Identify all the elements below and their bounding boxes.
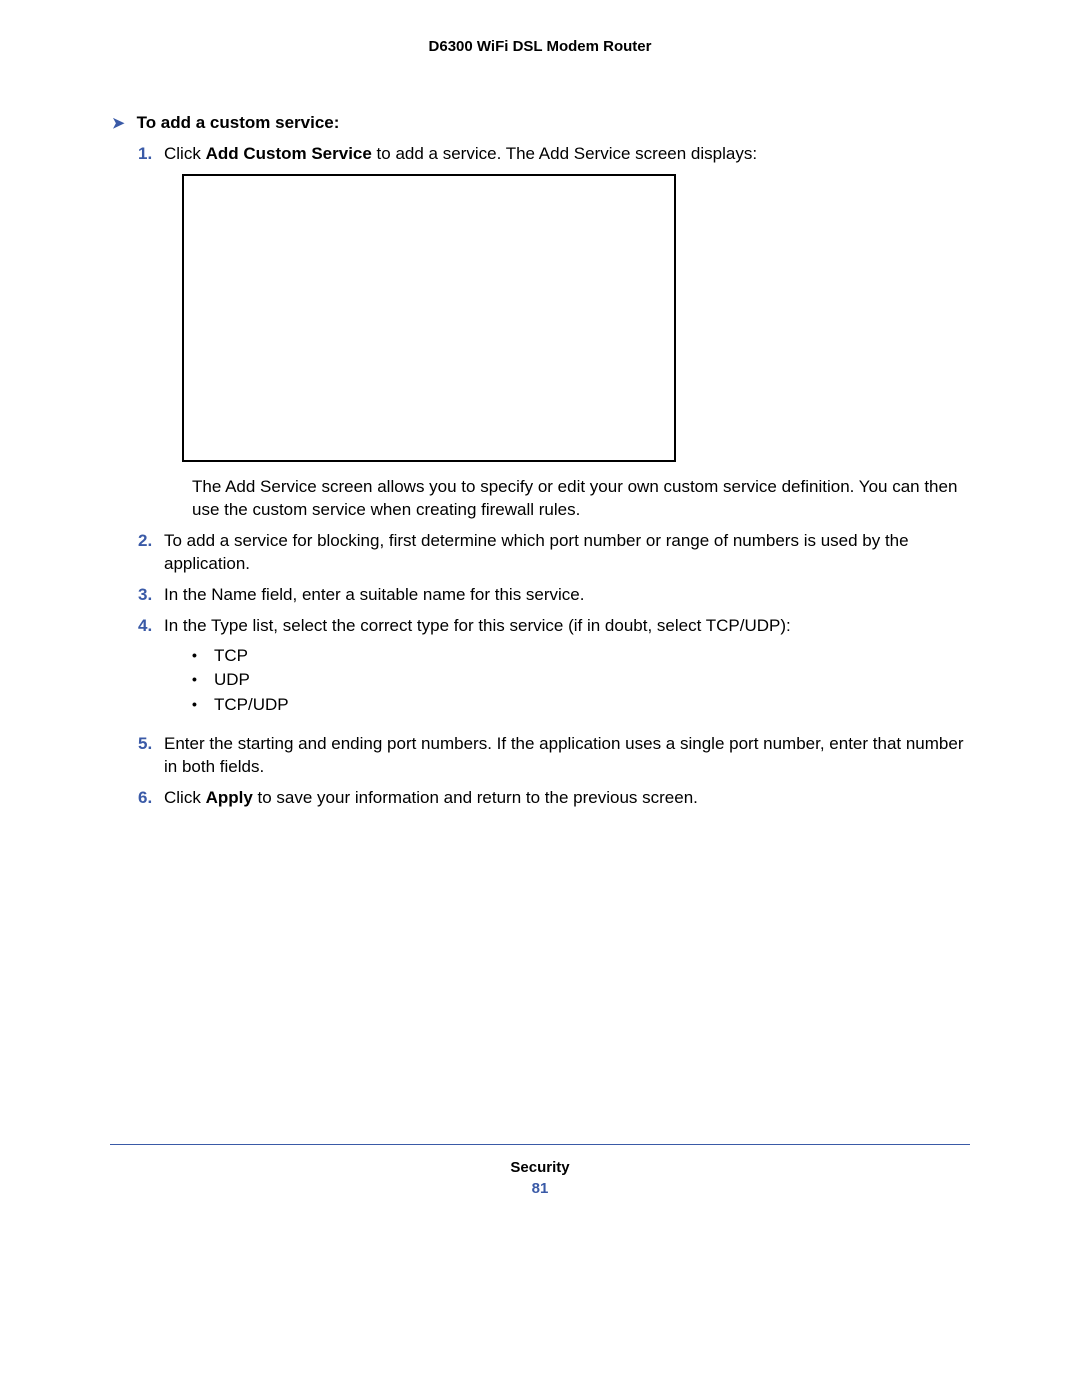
step-text-pre: Click xyxy=(164,144,206,163)
step-number: 3. xyxy=(138,584,164,607)
step-text: Click Apply to save your information and… xyxy=(164,787,970,810)
footer-section-name: Security xyxy=(110,1159,970,1176)
step-number: 5. xyxy=(138,733,164,779)
step-4-text: In the Type list, select the correct typ… xyxy=(164,616,791,635)
step-number: 4. xyxy=(138,615,164,726)
step-2: 2. To add a service for blocking, first … xyxy=(138,530,970,576)
bullet-icon: • xyxy=(192,644,214,669)
procedure-steps: 1. Click Add Custom Service to add a ser… xyxy=(138,143,970,810)
step-6: 6. Click Apply to save your information … xyxy=(138,787,970,810)
step-text-bold: Add Custom Service xyxy=(206,144,372,163)
list-item: •TCP xyxy=(192,644,970,669)
bullet-icon: • xyxy=(192,668,214,693)
step-text: In the Name field, enter a suitable name… xyxy=(164,584,970,607)
step-number: 1. xyxy=(138,143,164,166)
step-text-bold: Apply xyxy=(206,788,253,807)
step-text-pre: Click xyxy=(164,788,206,807)
step-text: Click Add Custom Service to add a servic… xyxy=(164,143,970,166)
list-item: •TCP/UDP xyxy=(192,693,970,718)
step-4-sublist: •TCP •UDP •TCP/UDP xyxy=(192,644,970,718)
list-item-text: TCP/UDP xyxy=(214,693,289,718)
step-1-followup: The Add Service screen allows you to spe… xyxy=(192,476,970,522)
document-page: D6300 WiFi DSL Modem Router ➤ To add a c… xyxy=(0,0,1080,1397)
step-number: 6. xyxy=(138,787,164,810)
procedure-heading-text: To add a custom service: xyxy=(137,113,340,133)
step-text-post: to add a service. The Add Service screen… xyxy=(372,144,757,163)
step-number: 2. xyxy=(138,530,164,576)
step-3: 3. In the Name field, enter a suitable n… xyxy=(138,584,970,607)
step-text: In the Type list, select the correct typ… xyxy=(164,615,970,726)
arrow-right-icon: ➤ xyxy=(112,116,125,131)
list-item-text: UDP xyxy=(214,668,250,693)
bullet-icon: • xyxy=(192,693,214,718)
list-item-text: TCP xyxy=(214,644,248,669)
step-text: Enter the starting and ending port numbe… xyxy=(164,733,970,779)
step-5: 5. Enter the starting and ending port nu… xyxy=(138,733,970,779)
procedure-heading: ➤ To add a custom service: xyxy=(112,113,970,133)
step-text: To add a service for blocking, first det… xyxy=(164,530,970,576)
document-header-title: D6300 WiFi DSL Modem Router xyxy=(110,38,970,55)
page-footer: Security 81 xyxy=(110,1144,970,1197)
step-4: 4. In the Type list, select the correct … xyxy=(138,615,970,726)
list-item: •UDP xyxy=(192,668,970,693)
step-1: 1. Click Add Custom Service to add a ser… xyxy=(138,143,970,166)
footer-page-number: 81 xyxy=(110,1180,970,1197)
screenshot-placeholder xyxy=(182,174,676,462)
step-text-post: to save your information and return to t… xyxy=(253,788,698,807)
